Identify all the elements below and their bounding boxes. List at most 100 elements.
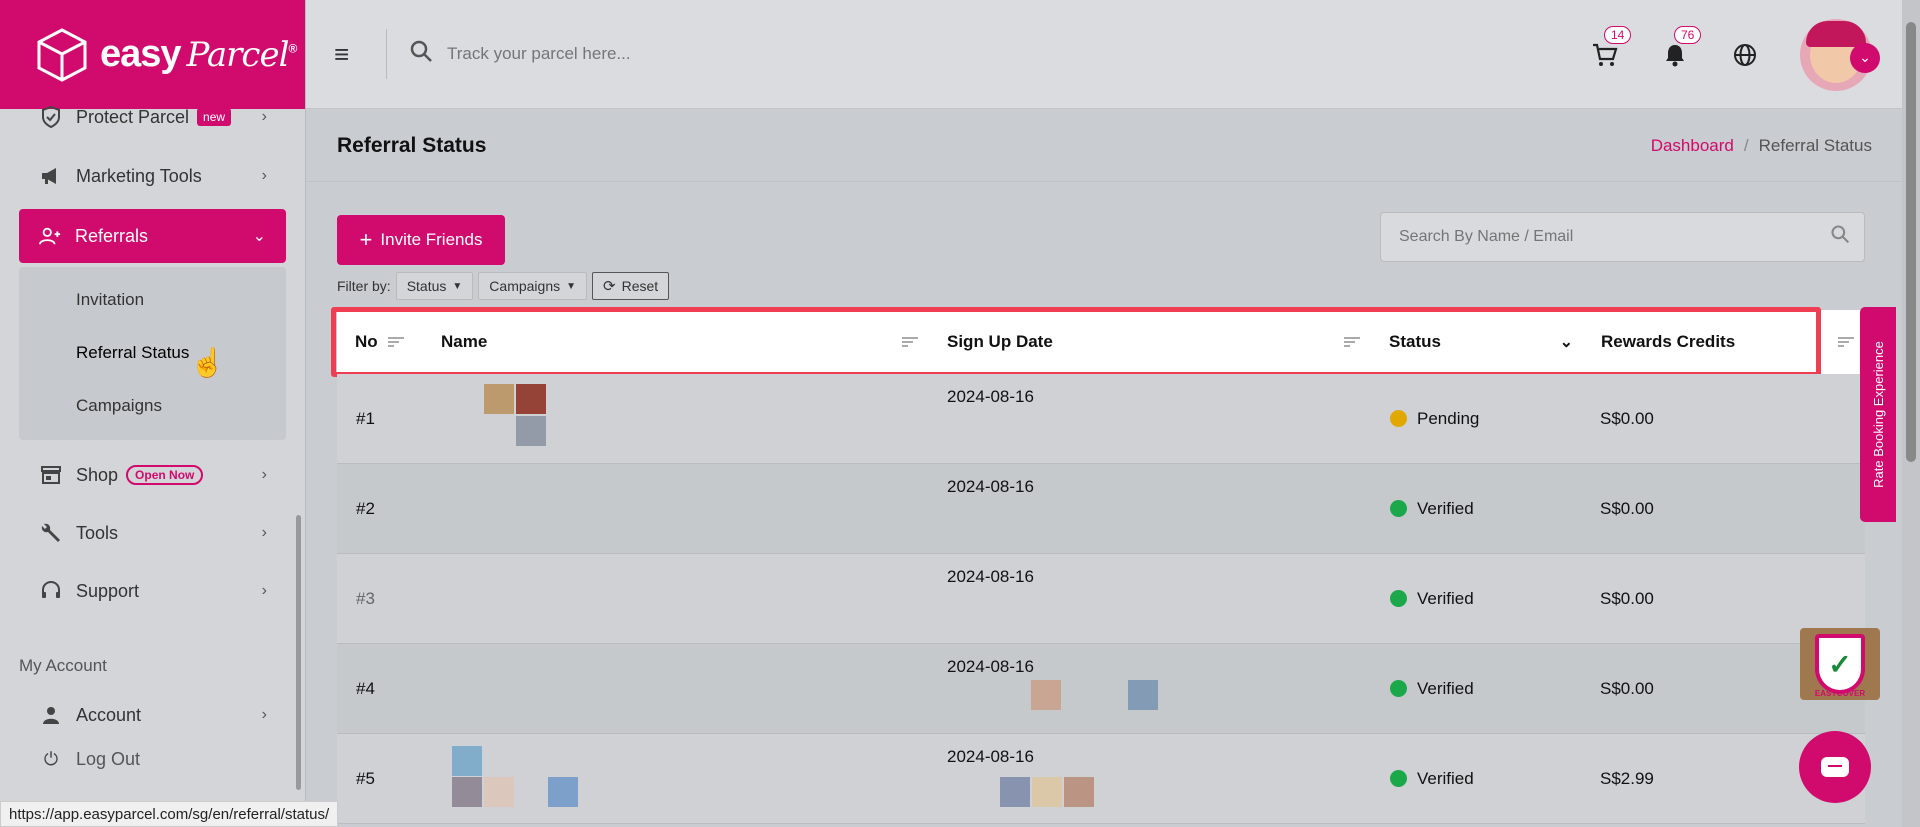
table-row[interactable]: #4 2024-08-16 Verified S$0.00 (337, 644, 1865, 734)
breadcrumb-separator: / (1743, 135, 1749, 155)
table-row[interactable]: #1 2024-08-16 Pending S$0.00 (337, 374, 1865, 464)
sidebar-nav: Protect Parcel new › Marketing Tools › R… (0, 106, 305, 774)
sign-up-date: 2024-08-16 (947, 387, 1034, 406)
table-row[interactable]: #5 2024-08-16 Verified S$2.99 (337, 734, 1865, 824)
search-name-email-input[interactable] (1399, 228, 1799, 246)
notifications-button[interactable]: 76 (1660, 25, 1702, 70)
column-header-label: Status (1389, 332, 1441, 351)
cart-button[interactable]: 14 (1590, 25, 1632, 70)
track-parcel-input[interactable] (447, 44, 847, 64)
notification-count-badge: 76 (1674, 25, 1702, 44)
status-cell: Verified (1390, 499, 1474, 519)
open-now-badge: Open Now (126, 465, 204, 485)
brand-logo[interactable]: easy Parcel® (0, 0, 305, 109)
sidebar-item-label: Log Out (76, 748, 141, 769)
redacted-name (484, 777, 514, 807)
table-row[interactable]: #3 2024-08-16 Verified S$0.00 (337, 554, 1865, 644)
sidebar: easy Parcel® Protect Parcel new › Marketi… (0, 0, 306, 827)
redacted-name (516, 384, 546, 414)
reset-filter-button[interactable]: ⟳ Reset (592, 272, 670, 300)
status-dot (1390, 680, 1407, 697)
language-button[interactable] (1730, 40, 1760, 70)
easycover-badge[interactable]: ✓ EASYCOVER (1800, 628, 1880, 700)
table-row[interactable]: #2 2024-08-16 Verified S$0.00 (337, 464, 1865, 554)
megaphone-icon (40, 165, 62, 187)
status-cell: Pending (1390, 409, 1479, 429)
chevron-right-icon: › (261, 466, 267, 483)
sidebar-item-referrals[interactable]: Referrals ⌄ (19, 209, 286, 263)
status-label: Verified (1417, 499, 1474, 518)
page-scrollbar[interactable] (1902, 0, 1920, 827)
submenu-item-referral-status[interactable]: Referral Status (19, 326, 286, 379)
status-dot (1390, 770, 1407, 787)
invite-friends-button[interactable]: + Invite Friends (337, 215, 505, 265)
redacted-value (1128, 680, 1158, 710)
row-number: #1 (356, 409, 375, 428)
submenu-item-campaigns[interactable]: Campaigns (19, 379, 286, 432)
status-filter-dropdown[interactable]: Status ▼ (395, 272, 474, 300)
hand-cursor-icon: ☝ (190, 347, 225, 378)
table-body: #1 2024-08-16 Pending S$0.00 #2 2024-08-… (337, 374, 1865, 824)
sidebar-item-account[interactable]: Account › (0, 686, 305, 744)
status-dot (1390, 500, 1407, 517)
sort-icon[interactable] (902, 335, 918, 349)
sidebar-scrollbar[interactable] (296, 515, 301, 790)
sidebar-item-label: Shop (76, 464, 119, 485)
headset-icon (40, 580, 62, 602)
topbar-actions: 14 76 ⌄ (1590, 0, 1880, 109)
sidebar-item-tools[interactable]: Tools › (0, 504, 305, 562)
sidebar-item-marketing-tools[interactable]: Marketing Tools › (0, 147, 305, 205)
campaigns-filter-dropdown[interactable]: Campaigns ▼ (478, 272, 588, 300)
row-number: #2 (356, 499, 375, 518)
column-header-sign-up-date[interactable]: Sign Up Date (947, 332, 1360, 352)
sidebar-item-protect-parcel[interactable]: Protect Parcel new › (0, 103, 305, 131)
column-header-status[interactable]: Status ⌄ (1389, 332, 1573, 352)
sort-icon[interactable] (1838, 335, 1854, 349)
filter-by-label: Filter by: (337, 278, 391, 294)
column-header-label: Sign Up Date (947, 332, 1053, 351)
submenu-item-invitation[interactable]: Invitation (19, 273, 286, 326)
chevron-down-icon[interactable]: ⌄ (1850, 42, 1880, 73)
sort-icon[interactable] (387, 335, 404, 349)
rate-booking-experience-tab[interactable]: Rate Booking Experience (1860, 307, 1896, 522)
page-title: Referral Status (337, 133, 487, 157)
bell-icon (1666, 44, 1684, 66)
status-label: Verified (1417, 769, 1474, 788)
rate-booking-label: Rate Booking Experience (1870, 341, 1886, 488)
sort-icon[interactable] (1344, 335, 1360, 349)
page-header: Referral Status Dashboard / Referral Statu… (306, 110, 1902, 182)
column-header-rewards-credits[interactable]: Rewards Credits (1601, 332, 1735, 352)
redacted-value (1000, 777, 1030, 807)
scrollbar-thumb[interactable] (1906, 22, 1916, 462)
chevron-down-icon[interactable]: ⌄ (1560, 332, 1573, 352)
globe-icon (1734, 43, 1756, 66)
cube-logo-icon (37, 27, 87, 82)
menu-icon[interactable]: ≡ (334, 39, 358, 70)
search-icon[interactable] (409, 39, 433, 70)
status-bar-url: https://app.easyparcel.com/sg/en/referra… (0, 801, 339, 827)
sidebar-item-support[interactable]: Support › (0, 562, 305, 620)
chevron-right-icon: › (261, 524, 267, 541)
brand-name-script: Parcel (186, 35, 290, 75)
sidebar-item-label: Tools (76, 522, 119, 543)
brand-name: easy Parcel® (100, 33, 297, 76)
breadcrumb-dashboard-link[interactable]: Dashboard (1651, 136, 1734, 155)
column-header-label: No (355, 332, 378, 351)
chat-button[interactable] (1799, 731, 1871, 803)
status-label: Pending (1417, 409, 1480, 428)
redacted-name (548, 777, 578, 807)
sidebar-item-shop[interactable]: Shop Open Now › (0, 446, 305, 504)
status-dot (1390, 410, 1407, 427)
status-dot (1390, 590, 1407, 607)
sidebar-item-label: Referrals (75, 225, 149, 246)
sidebar-item-logout[interactable]: ⏻ Log Out (0, 744, 305, 774)
column-header-no[interactable]: No (355, 332, 404, 352)
column-header-name[interactable]: Name (441, 332, 918, 352)
my-account-heading: My Account (19, 656, 107, 675)
search-icon[interactable] (1830, 224, 1850, 250)
user-avatar[interactable]: ⌄ (1800, 18, 1880, 91)
sidebar-item-label: Protect Parcel (76, 106, 190, 127)
chat-icon (1821, 757, 1849, 777)
sidebar-item-label: Account (76, 704, 142, 725)
sidebar-item-label: Support (76, 580, 140, 601)
